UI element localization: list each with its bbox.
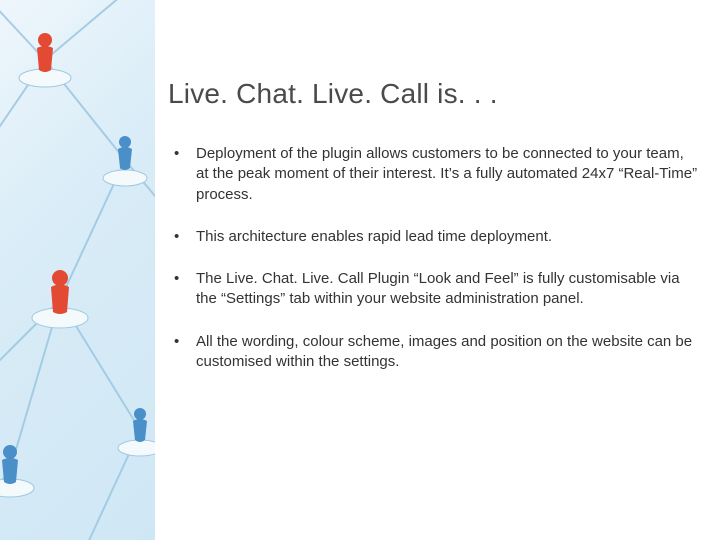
bullet-item: The Live. Chat. Live. Call Plugin “Look … (168, 269, 698, 310)
bullet-item: All the wording, colour scheme, images a… (168, 332, 698, 373)
bullet-item: This architecture enables rapid lead tim… (168, 227, 698, 247)
slide-title: Live. Chat. Live. Call is. . . (168, 78, 698, 110)
bullet-list: Deployment of the plugin allows customer… (168, 144, 698, 372)
sidebar-network-image (0, 0, 155, 540)
slide-content: Live. Chat. Live. Call is. . . Deploymen… (168, 78, 698, 394)
bullet-item: Deployment of the plugin allows customer… (168, 144, 698, 205)
